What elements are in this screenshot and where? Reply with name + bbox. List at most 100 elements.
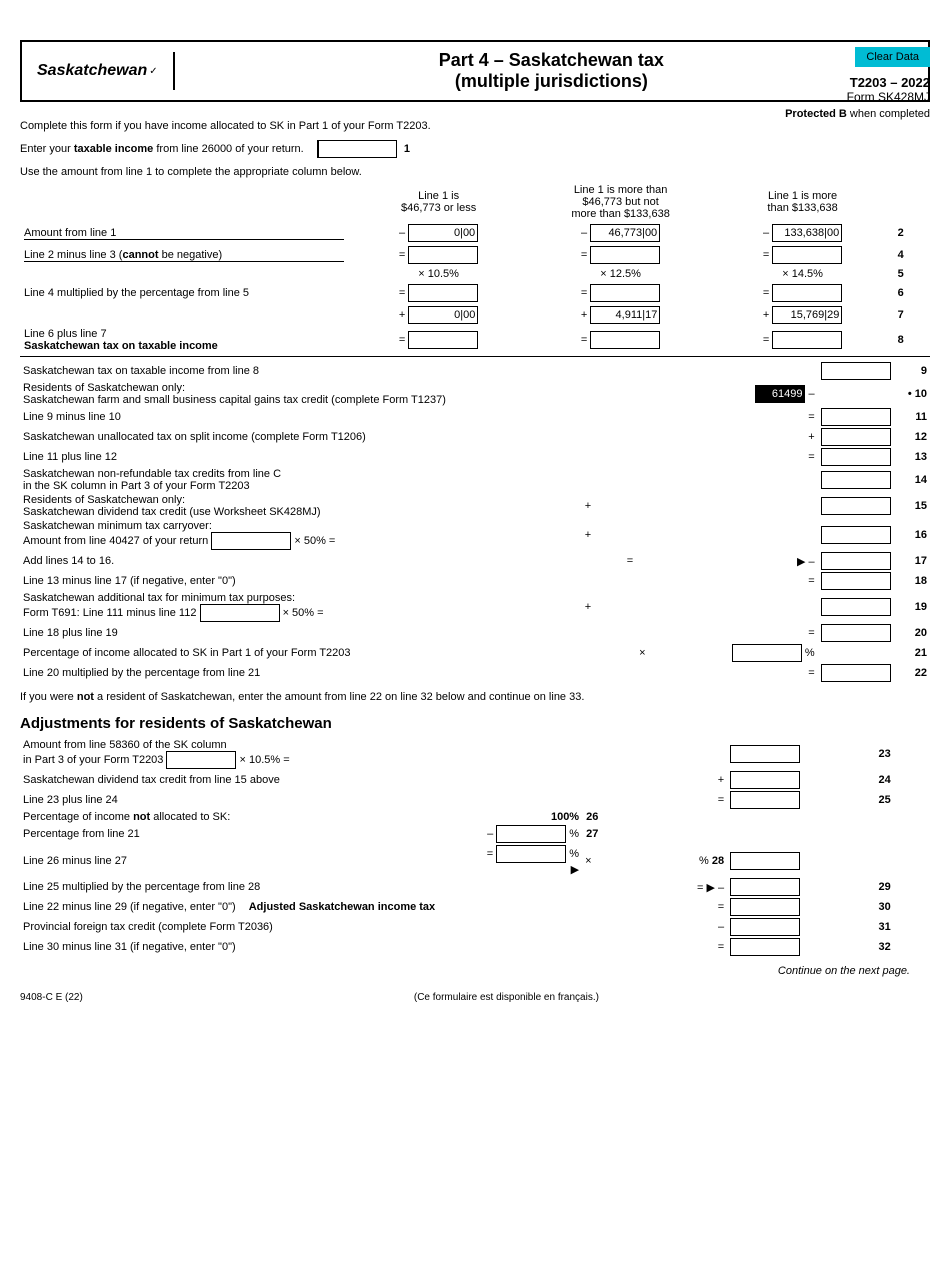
line8-label: Line 6 plus line 7 Saskatchewan tax on t… xyxy=(20,326,348,354)
line6-col1-input[interactable] xyxy=(408,284,478,302)
line20-input[interactable] xyxy=(821,624,891,642)
line24-row: Saskatchewan dividend tax credit from li… xyxy=(20,770,930,790)
line7-col1-input[interactable]: 0|00 xyxy=(408,306,478,324)
line28-input[interactable] xyxy=(730,852,800,870)
not-resident-note: If you were not a resident of Saskatchew… xyxy=(20,691,930,703)
line12-label: Saskatchewan unallocated tax on split in… xyxy=(20,427,582,447)
line3-col2-input[interactable] xyxy=(590,246,660,264)
col1-header: Line 1 is $46,773 or less xyxy=(348,182,530,222)
line5-label xyxy=(20,266,348,282)
line3-col1: = xyxy=(348,244,530,266)
line11-label: Line 9 minus line 10 xyxy=(20,407,582,427)
form-name: Form SK428MJ xyxy=(785,90,930,104)
line7-col2-input[interactable]: 4,911|17 xyxy=(590,306,660,324)
line10-label: Residents of Saskatchewan only: Saskatch… xyxy=(20,381,582,407)
line26-row: Percentage of income not allocated to SK… xyxy=(20,810,930,824)
logo-text: Saskatchewan xyxy=(37,62,147,80)
line7-col1: + 0|00 xyxy=(348,304,530,326)
line22-input[interactable] xyxy=(821,664,891,682)
line6-row: Line 4 multiplied by the percentage from… xyxy=(20,282,930,304)
line23-input[interactable] xyxy=(730,745,800,763)
line14-label: Saskatchewan non-refundable tax credits … xyxy=(20,467,582,493)
line8-col3: = xyxy=(712,326,894,354)
line8-col1: = xyxy=(348,326,530,354)
line27-row: Percentage from line 21 – % 27 xyxy=(20,824,930,844)
line2-col3-input[interactable]: 133,638|00 xyxy=(772,224,842,242)
line32-input[interactable] xyxy=(730,938,800,956)
line2-col3: – 133,638|00 xyxy=(712,222,894,244)
line25-label: Line 23 plus line 24 xyxy=(20,790,473,810)
col3-header: Line 1 is more than $133,638 xyxy=(712,182,894,222)
line28-input-pct[interactable] xyxy=(496,845,566,863)
line31-row: Provincial foreign tax credit (complete … xyxy=(20,917,930,937)
line31-input[interactable] xyxy=(730,918,800,936)
line3-col3-input[interactable] xyxy=(772,246,842,264)
line7-row: + 0|00 + 4,911|17 + 15,769|29 7 xyxy=(20,304,930,326)
line28-label: Line 26 minus line 27 xyxy=(20,844,473,877)
line3-col1-input[interactable] xyxy=(408,246,478,264)
line23-input-left[interactable] xyxy=(166,751,236,769)
line8-col3-input[interactable] xyxy=(772,331,842,349)
line3-col2: = xyxy=(530,244,712,266)
line21-pct-input[interactable] xyxy=(732,644,802,662)
line5-col1: × 10.5% xyxy=(348,266,530,282)
line2-number: 2 xyxy=(894,222,930,244)
line27-input[interactable] xyxy=(496,825,566,843)
line3-row: Line 2 minus line 3 (cannot be negative)… xyxy=(20,244,930,266)
line24-label: Saskatchewan dividend tax credit from li… xyxy=(20,770,473,790)
line14-row: Saskatchewan non-refundable tax credits … xyxy=(20,467,930,493)
col-headers-row: Line 1 is $46,773 or less Line 1 is more… xyxy=(20,182,930,222)
line7-col3-input[interactable]: 15,769|29 xyxy=(772,306,842,324)
line20-row: Line 18 plus line 19 = 20 xyxy=(20,623,930,643)
line16-row: Saskatchewan minimum tax carryover: Amou… xyxy=(20,519,930,551)
line8-col2-input[interactable] xyxy=(590,331,660,349)
line22-label: Line 20 multiplied by the percentage fro… xyxy=(20,663,582,683)
line9-input[interactable] xyxy=(821,362,891,380)
line10-row: Residents of Saskatchewan only: Saskatch… xyxy=(20,381,930,407)
line16-input[interactable] xyxy=(821,526,891,544)
line17-input[interactable] xyxy=(821,552,891,570)
line2-col2-input[interactable]: 46,773|00 xyxy=(590,224,660,242)
line9-row: Saskatchewan tax on taxable income from … xyxy=(20,361,930,381)
clear-data-button[interactable]: Clear Data xyxy=(855,47,930,67)
line6-col2: = xyxy=(530,282,712,304)
line18-input[interactable] xyxy=(821,572,891,590)
line6-col2-input[interactable] xyxy=(590,284,660,302)
line23-row: Amount from line 58360 of the SK column … xyxy=(20,738,930,770)
line16-input-left[interactable] xyxy=(211,532,291,550)
line19-input-left[interactable] xyxy=(200,604,280,622)
line29-row: Line 25 multiplied by the percentage fro… xyxy=(20,877,930,897)
line21-row: Percentage of income allocated to SK in … xyxy=(20,643,930,663)
line20-label: Line 18 plus line 19 xyxy=(20,623,582,643)
form-code: 9408-C E (22) xyxy=(20,992,83,1003)
line13-row: Line 11 plus line 12 = 13 xyxy=(20,447,930,467)
adjustments-table: Amount from line 58360 of the SK column … xyxy=(20,738,930,957)
line2-col1-input[interactable]: 0|00 xyxy=(408,224,478,242)
line30-input[interactable] xyxy=(730,898,800,916)
line3-label: Line 2 minus line 3 (cannot be negative) xyxy=(20,244,348,266)
intro-line3: Use the amount from line 1 to complete t… xyxy=(20,166,930,178)
line15-input[interactable] xyxy=(821,497,891,515)
line29-input[interactable] xyxy=(730,878,800,896)
line19-row: Saskatchewan additional tax for minimum … xyxy=(20,591,930,623)
line10-highlighted-val[interactable]: 61499 xyxy=(755,385,805,403)
line12-input[interactable] xyxy=(821,428,891,446)
line7-col2: + 4,911|17 xyxy=(530,304,712,326)
line13-input[interactable] xyxy=(821,448,891,466)
line12-row: Saskatchewan unallocated tax on split in… xyxy=(20,427,930,447)
three-column-table: Line 1 is $46,773 or less Line 1 is more… xyxy=(20,182,930,354)
line24-input[interactable] xyxy=(730,771,800,789)
line14-input[interactable] xyxy=(821,471,891,489)
line25-input[interactable] xyxy=(730,791,800,809)
adjustments-header: Adjustments for residents of Saskatchewa… xyxy=(20,715,930,732)
line2-col2: – 46,773|00 xyxy=(530,222,712,244)
line19-input[interactable] xyxy=(821,598,891,616)
protected-label: Protected B when completed xyxy=(785,108,930,120)
line5-col2: × 12.5% xyxy=(530,266,712,282)
line8-col1-input[interactable] xyxy=(408,331,478,349)
logo-box: Saskatchewan✓ xyxy=(22,52,175,90)
line6-col3-input[interactable] xyxy=(772,284,842,302)
line11-input[interactable] xyxy=(821,408,891,426)
line5-col3: × 14.5% xyxy=(712,266,894,282)
line6-number: 6 xyxy=(894,282,930,304)
